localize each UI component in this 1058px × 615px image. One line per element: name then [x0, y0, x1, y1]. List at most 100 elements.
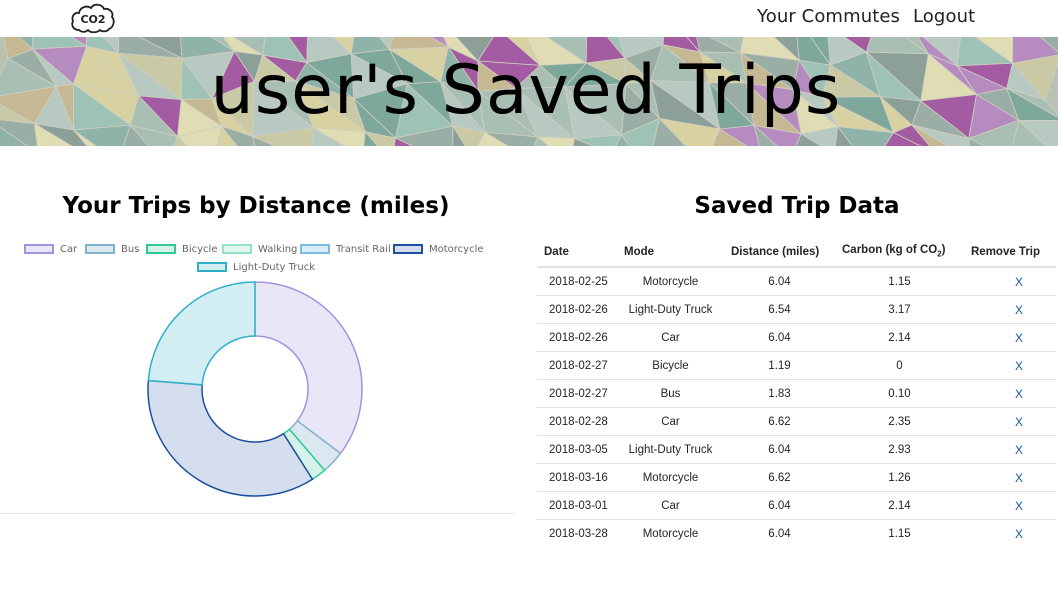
- column-header-date[interactable]: Date: [537, 237, 617, 268]
- remove-trip-button[interactable]: X: [1015, 359, 1023, 373]
- carbon-header-suffix: ): [941, 244, 946, 257]
- cell-carbon: 2.35: [835, 407, 964, 436]
- table-row: 2018-03-16 Motorcycle 6.62 1.26 X: [537, 463, 1056, 492]
- table-row: 2018-02-27 Bus 1.83 0.10 X: [537, 379, 1056, 408]
- nav-link-logout[interactable]: Logout: [913, 6, 975, 27]
- legend-swatch: [85, 244, 115, 254]
- cell-date: 2018-02-26: [537, 295, 617, 324]
- legend-label: Transit Rail: [336, 244, 391, 255]
- cell-date: 2018-03-05: [537, 435, 617, 464]
- cell-mode: Motorcycle: [617, 463, 724, 492]
- legend-label: Light-Duty Truck: [233, 262, 315, 273]
- saved-trips-table: Date Mode Distance (miles) Carbon (kg of…: [537, 237, 1056, 547]
- column-header-mode[interactable]: Mode: [617, 237, 724, 268]
- cell-carbon: 3.17: [835, 295, 964, 324]
- table-title: Saved Trip Data: [694, 193, 900, 219]
- cell-distance: 6.04: [724, 519, 835, 547]
- cell-mode: Bicycle: [617, 351, 724, 380]
- cell-carbon: 1.26: [835, 463, 964, 492]
- column-header-distance[interactable]: Distance (miles): [724, 237, 835, 268]
- cell-mode: Motorcycle: [642, 275, 699, 288]
- cell-remove: X: [964, 519, 1056, 547]
- doughnut-chart: [147, 281, 363, 497]
- legend-swatch: [222, 244, 252, 254]
- navbar: CO2 Your Commutes Logout: [0, 0, 1058, 37]
- legend-label: Motorcycle: [429, 244, 484, 255]
- table-row: 2018-03-05 Light-Duty Truck 6.04 2.93 X: [537, 435, 1056, 464]
- cell-carbon: 1.15: [835, 519, 964, 547]
- column-header-carbon[interactable]: Carbon (kg of CO2): [835, 237, 964, 268]
- cell-date: 2018-02-28: [537, 407, 617, 436]
- cell-carbon: 2.14: [835, 491, 964, 520]
- table-row: 2018-02-25 Motorcycle 6.04 1.15 X: [537, 267, 1056, 296]
- table-row: 2018-02-28 Car 6.62 2.35 X: [537, 407, 1056, 436]
- remove-trip-button[interactable]: X: [1015, 471, 1023, 485]
- column-header-remove: Remove Trip: [964, 237, 1056, 268]
- table-row: 2018-03-01 Car 6.04 2.14 X: [537, 491, 1056, 520]
- remove-trip-button[interactable]: X: [1015, 443, 1023, 457]
- cell-distance: 6.04: [724, 323, 835, 352]
- cell-mode: Car: [617, 323, 724, 352]
- cell-date: 2018-02-25: [549, 275, 608, 288]
- cell-carbon: 2.14: [835, 323, 964, 352]
- cell-mode: Car: [617, 407, 724, 436]
- doughnut-slice-light-duty-truck[interactable]: [147, 281, 256, 386]
- cell-mode: Light-Duty Truck: [617, 435, 724, 464]
- hero-banner: user's Saved Trips: [0, 37, 1058, 146]
- cell-distance: 6.54: [724, 295, 835, 324]
- remove-trip-button[interactable]: X: [1015, 415, 1023, 429]
- legend-swatch: [197, 262, 227, 272]
- cell-remove: X: [964, 351, 1056, 380]
- remove-trip-button[interactable]: X: [1015, 527, 1023, 541]
- cell-carbon: 0.10: [835, 379, 964, 408]
- cell-distance: 6.62: [724, 407, 835, 436]
- legend-swatch: [393, 244, 423, 254]
- legend-label: Bicycle: [182, 244, 218, 255]
- cell-remove: X: [964, 323, 1056, 352]
- cell-carbon: 2.93: [835, 435, 964, 464]
- cell-remove: X: [964, 435, 1056, 464]
- legend-swatch: [146, 244, 176, 254]
- page-title: user's Saved Trips: [210, 51, 842, 130]
- cell-mode: Light-Duty Truck: [617, 295, 724, 324]
- remove-trip-button[interactable]: X: [1015, 387, 1023, 401]
- legend-swatch: [300, 244, 330, 254]
- cell-date: 2018-03-01: [537, 491, 617, 520]
- cell-date: 2018-02-27: [537, 379, 617, 408]
- nav-link-your-commutes[interactable]: Your Commutes: [757, 6, 900, 27]
- cell-date: 2018-02-26: [537, 323, 617, 352]
- legend-label: Walking: [258, 244, 298, 255]
- legend-swatch: [24, 244, 54, 254]
- remove-trip-button[interactable]: X: [1015, 303, 1023, 317]
- doughnut-slice-car[interactable]: [254, 281, 363, 455]
- cell-distance: 6.04: [724, 435, 835, 464]
- cell-carbon: 1.15: [888, 275, 911, 288]
- cell-remove: X: [964, 267, 1056, 296]
- table-row: 2018-03-28 Motorcycle 6.04 1.15 X: [537, 519, 1056, 547]
- carbon-header-prefix: Carbon (kg of CO: [842, 244, 938, 257]
- cell-distance: 1.19: [724, 351, 835, 380]
- remove-trip-button[interactable]: X: [1015, 331, 1023, 345]
- table-header-row: Date Mode Distance (miles) Carbon (kg of…: [537, 237, 1056, 268]
- cell-distance: 6.04: [768, 275, 791, 288]
- cell-remove: X: [964, 407, 1056, 436]
- section-divider: [0, 513, 514, 514]
- cell-date: 2018-03-28: [537, 519, 617, 547]
- cell-date: 2018-02-27: [537, 351, 617, 380]
- cell-mode: Bus: [617, 379, 724, 408]
- cell-remove: X: [964, 463, 1056, 492]
- remove-trip-button[interactable]: X: [1015, 499, 1023, 513]
- cell-mode: Car: [617, 491, 724, 520]
- cell-distance: 1.83: [724, 379, 835, 408]
- cell-remove: X: [964, 379, 1056, 408]
- logo-text: CO2: [80, 13, 105, 26]
- table-row: 2018-02-26 Light-Duty Truck 6.54 3.17 X: [537, 295, 1056, 324]
- cell-distance: 6.04: [724, 491, 835, 520]
- legend-label: Car: [60, 244, 78, 255]
- table-row: 2018-02-27 Bicycle 1.19 0 X: [537, 351, 1056, 380]
- remove-trip-button[interactable]: X: [1015, 275, 1023, 289]
- cell-mode: Motorcycle: [617, 519, 724, 547]
- cloud-co2-logo-icon[interactable]: CO2: [70, 2, 116, 35]
- cell-date: 2018-03-16: [537, 463, 617, 492]
- cell-distance: 6.62: [724, 463, 835, 492]
